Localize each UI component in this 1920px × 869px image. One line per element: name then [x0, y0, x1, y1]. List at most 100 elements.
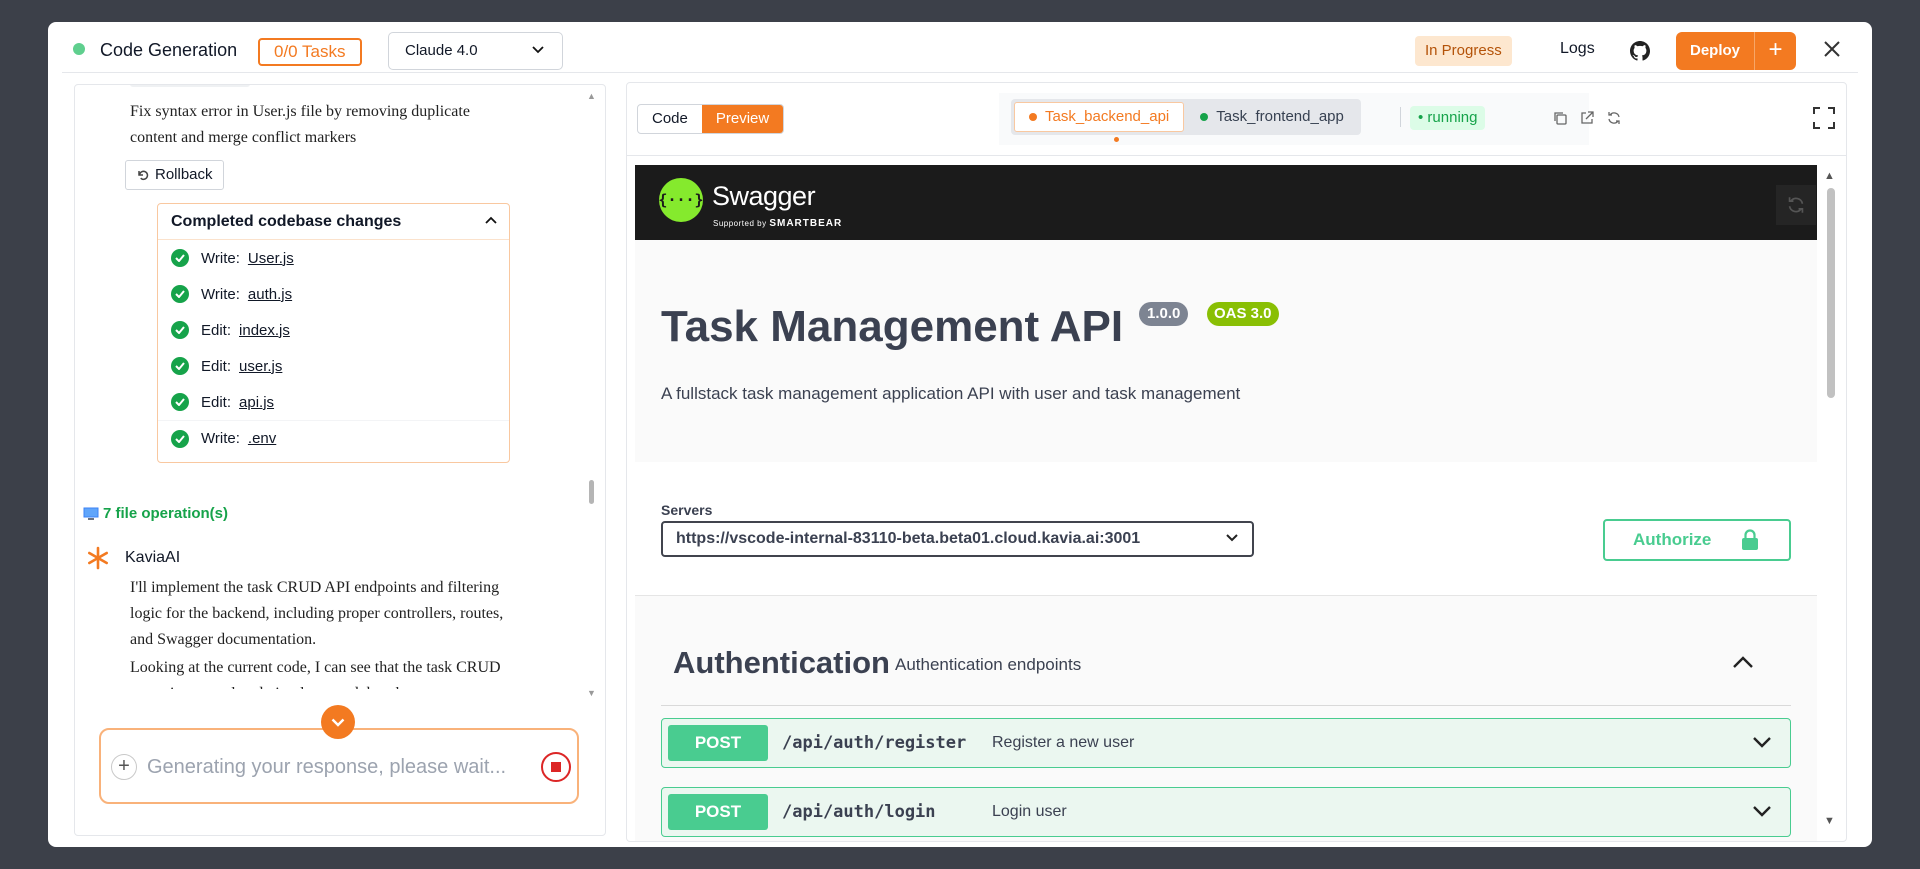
method-badge: POST	[668, 794, 768, 830]
truncated-heading	[130, 85, 250, 87]
chat-input-box[interactable]: + Generating your response, please wait.…	[99, 728, 579, 804]
tab-preview[interactable]: Preview	[701, 105, 784, 133]
smartbear-text: SMARTBEAR	[769, 218, 843, 229]
change-item: Write: auth.js	[158, 276, 509, 312]
attach-plus-button[interactable]: +	[111, 754, 137, 780]
swagger-brand: Swagger	[712, 181, 816, 211]
operation-row[interactable]: POST /api/auth/register Register a new u…	[661, 718, 1791, 768]
change-action: Write:	[201, 430, 240, 447]
deploy-button[interactable]: Deploy	[1676, 32, 1755, 70]
operation-row[interactable]: POST /api/auth/login Login user	[661, 787, 1791, 837]
chevron-down-icon	[532, 46, 544, 54]
check-circle-icon	[171, 357, 189, 375]
chevron-down-icon[interactable]	[1752, 805, 1772, 817]
scroll-down-arrow-icon[interactable]: ▼	[587, 688, 596, 698]
servers-section: Servers https://vscode-internal-83110-be…	[635, 462, 1817, 596]
refresh-icon[interactable]	[1607, 111, 1621, 125]
authorize-button[interactable]: Authorize	[1603, 519, 1791, 561]
chat-message: Looking at the current code, I can see t…	[130, 659, 501, 689]
chevron-down-icon	[331, 718, 345, 727]
chevron-down-icon[interactable]	[1752, 736, 1772, 748]
model-select[interactable]: Claude 4.0	[388, 32, 563, 70]
change-action: Edit:	[201, 357, 232, 375]
file-operations-label: 7 file operation(s)	[103, 505, 229, 522]
change-action: Write:	[201, 249, 240, 267]
close-icon[interactable]	[1823, 40, 1841, 58]
swagger-refresh-button[interactable]	[1776, 185, 1816, 225]
preview-scrollbar-thumb[interactable]	[1827, 188, 1835, 398]
refresh-icon	[1788, 197, 1804, 213]
chevron-up-icon[interactable]	[485, 216, 497, 224]
change-item: Edit: index.js	[158, 312, 509, 348]
change-file-link[interactable]: auth.js	[248, 286, 292, 303]
change-file-link[interactable]: api.js	[239, 394, 274, 411]
change-item: Edit: api.js	[158, 384, 509, 420]
section-divider	[661, 705, 1791, 706]
chat-scrollbar-thumb[interactable]	[589, 480, 594, 504]
check-circle-icon	[171, 321, 189, 339]
rollback-button[interactable]: Rollback	[125, 160, 224, 190]
fullscreen-icon[interactable]	[1813, 107, 1835, 129]
toolbar-divider	[627, 155, 1846, 156]
modal-header: Code Generation 0/0 Tasks Claude 4.0 In …	[48, 22, 1872, 72]
status-dot-icon	[73, 43, 85, 55]
authorize-label: Authorize	[1633, 530, 1712, 549]
file-operations-link[interactable]: 7 file operation(s)	[83, 505, 228, 522]
chevron-up-icon[interactable]	[1732, 655, 1754, 669]
model-select-value: Claude 4.0	[405, 42, 478, 59]
tab-task-backend-api[interactable]: Task_backend_api	[1014, 102, 1185, 132]
change-file-link[interactable]: .env	[248, 430, 276, 447]
monitor-icon	[83, 507, 99, 520]
operation-summary: Login user	[992, 803, 1067, 820]
header-divider	[62, 72, 1858, 73]
chat-panel: Fix syntax error in User.js file by remo…	[74, 84, 606, 836]
chat-message: Fix syntax error in User.js file by remo…	[130, 103, 470, 146]
agent-header: KaviaAI	[85, 545, 180, 571]
change-action: Write:	[201, 285, 240, 303]
api-title: Task Management API	[661, 302, 1124, 351]
scroll-up-arrow-icon[interactable]: ▲	[587, 91, 596, 101]
check-circle-icon	[171, 249, 189, 267]
active-tab-indicator	[1114, 137, 1119, 142]
supported-by-text: Supported by	[713, 219, 767, 228]
task-tab-label: Task_backend_api	[1045, 108, 1170, 125]
modal-title: Code Generation	[100, 40, 238, 60]
copy-icon[interactable]	[1553, 111, 1567, 125]
running-status-badge: • running	[1410, 106, 1486, 130]
server-select[interactable]: https://vscode-internal-83110-beta.beta0…	[661, 521, 1254, 557]
operation-path: /api/auth/register	[782, 733, 967, 753]
scroll-down-arrow-icon[interactable]: ▼	[1824, 815, 1835, 827]
code-generation-modal: Code Generation 0/0 Tasks Claude 4.0 In …	[48, 22, 1872, 847]
status-badge: In Progress	[1415, 36, 1512, 66]
chat-input[interactable]: Generating your response, please wait...	[147, 752, 507, 782]
swagger-topbar: {···} Swagger Supported by SMARTBEAR	[635, 165, 1817, 240]
chat-message: I'll implement the task CRUD API endpoin…	[130, 579, 504, 648]
tasks-badge[interactable]: 0/0 Tasks	[258, 38, 362, 66]
scroll-up-arrow-icon[interactable]: ▲	[1824, 170, 1835, 182]
change-file-link[interactable]: index.js	[239, 322, 290, 339]
changes-header[interactable]: Completed codebase changes	[158, 204, 509, 240]
logs-button[interactable]: Logs	[1560, 40, 1595, 58]
deploy-button-group: Deploy +	[1676, 32, 1797, 70]
tab-code[interactable]: Code	[638, 105, 702, 133]
stop-generation-button[interactable]	[541, 752, 571, 782]
change-item: Write: .env	[158, 420, 509, 456]
change-file-link[interactable]: user.js	[239, 358, 282, 375]
undo-icon	[138, 170, 149, 181]
lock-icon	[1742, 529, 1758, 550]
task-tabs: Task_backend_api Task_frontend_app	[1011, 99, 1361, 135]
servers-label: Servers	[661, 502, 713, 518]
change-file-link[interactable]: User.js	[248, 250, 294, 267]
section-title[interactable]: Authentication	[673, 645, 890, 681]
deploy-add-button[interactable]: +	[1754, 32, 1797, 70]
check-circle-icon	[171, 393, 189, 411]
github-icon[interactable]	[1630, 41, 1650, 61]
scroll-to-bottom-button[interactable]	[321, 705, 355, 739]
change-item: Edit: user.js	[158, 348, 509, 384]
external-link-icon[interactable]	[1580, 111, 1594, 125]
version-badge: 1.0.0	[1139, 302, 1189, 326]
oas-badge: OAS 3.0	[1207, 302, 1279, 326]
status-dot-icon	[1200, 113, 1209, 121]
tab-task-frontend-app[interactable]: Task_frontend_app	[1186, 102, 1358, 132]
change-item: Write: User.js	[158, 240, 509, 276]
